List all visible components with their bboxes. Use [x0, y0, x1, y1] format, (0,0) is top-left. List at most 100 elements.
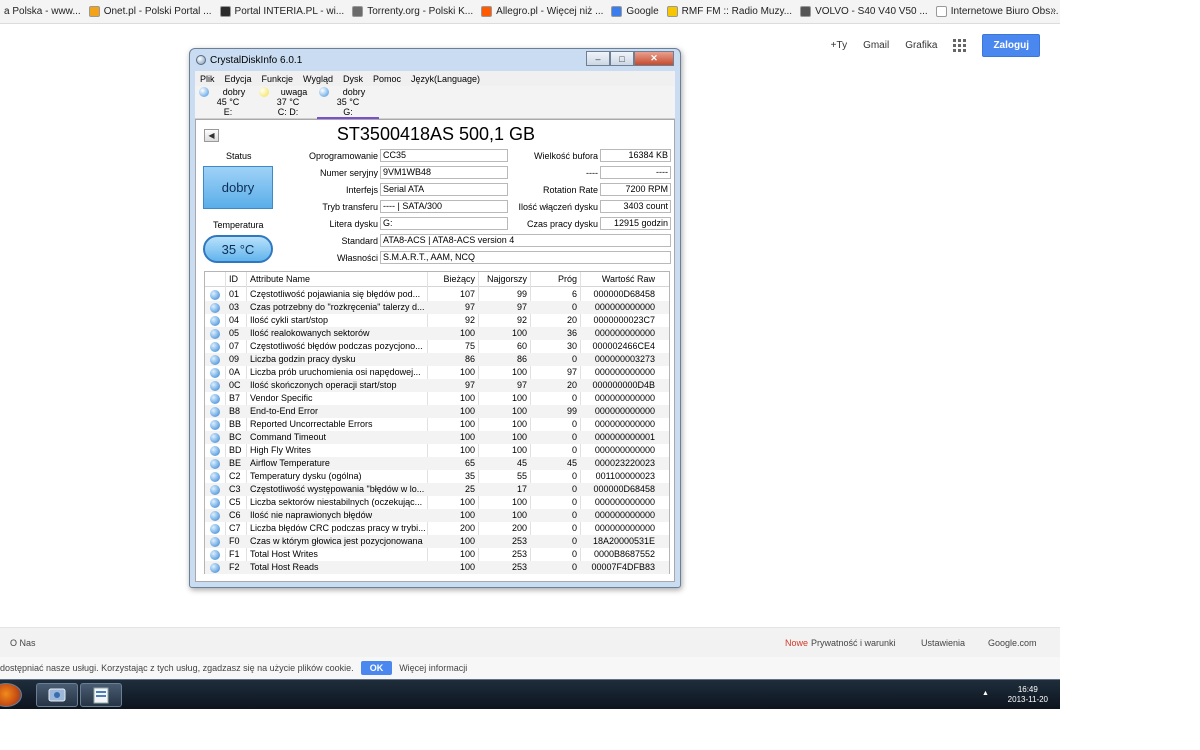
col-name-header[interactable]: Attribute Name: [250, 274, 310, 284]
google-com-link[interactable]: Google.com: [988, 638, 1037, 648]
cookie-more-link[interactable]: Więcej informacji: [399, 663, 467, 673]
explorer-taskbar-button[interactable]: [80, 683, 122, 707]
table-row[interactable]: BE Airflow Temperature 65 45 45 000023220023: [205, 457, 669, 470]
disk-model-title: ST3500418AS 500,1 GB: [336, 124, 536, 144]
cell-worst: 60: [516, 341, 527, 351]
plus-you-link[interactable]: +Ty: [831, 40, 847, 51]
table-row[interactable]: 03 Czas potrzebny do "rozkręcenia" talerz…: [205, 301, 669, 314]
menu-pomoc[interactable]: Pomoc: [368, 74, 406, 84]
table-row[interactable]: F1 Total Host Writes 100 253 0 0000B8687552: [205, 548, 669, 561]
drive-letter-label: Litera dysku: [329, 219, 378, 229]
smart-attributes-table[interactable]: ID Attribute Name Bieżący Najgorszy Próg…: [204, 271, 670, 574]
settings-link[interactable]: Ustawienia: [921, 638, 965, 648]
cell-threshold: 0: [571, 536, 577, 546]
table-row[interactable]: BB Reported Uncorrectable Errors 100 100 0 00…: [205, 418, 669, 431]
table-row[interactable]: C2 Temperatury dysku (ogólna) 35 55 0 0011000…: [205, 470, 669, 483]
table-row[interactable]: C5 Liczba sektorów niestabilnych (oczekuj…: [205, 496, 669, 509]
maximize-button[interactable]: □: [610, 51, 634, 66]
bookmark-item[interactable]: Google: [607, 6, 662, 17]
table-row[interactable]: F2 Total Host Reads 100 253 0 00007F4DFB83: [205, 561, 669, 574]
drive-cd-temp: 37 °C: [276, 97, 300, 107]
col-current-header[interactable]: Bieżący: [431, 274, 475, 284]
table-row[interactable]: 01 Częstotliwość pojawiania się błędów po…: [205, 288, 669, 301]
cell-threshold: 0: [571, 302, 577, 312]
menu-edycja[interactable]: Edycja: [220, 74, 257, 84]
table-row[interactable]: 07 Częstotliwość błędów podczas pozycjono…: [205, 340, 669, 353]
cell-id: B7: [229, 393, 241, 403]
cell-id: F1: [229, 549, 240, 559]
attribute-status-icon: [210, 459, 220, 469]
table-row[interactable]: B7 Vendor Specific 100 100 0 000000000000: [205, 392, 669, 405]
table-row[interactable]: 04 Ilość cykli start/stop 92 92 20 0000000023…: [205, 314, 669, 327]
table-row[interactable]: 05 Ilość realokowanych sektorów 100 100 36 00…: [205, 327, 669, 340]
table-row[interactable]: BC Command Timeout 100 100 0 000000000001: [205, 431, 669, 444]
cell-name: Temperatury dysku (ogólna): [250, 471, 362, 481]
table-row[interactable]: F0 Czas w którym głowica jest pozycjonowa…: [205, 535, 669, 548]
table-row[interactable]: B8 End-to-End Error 100 100 99 000000000000: [205, 405, 669, 418]
cell-id: C5: [229, 497, 241, 507]
bookmark-label: Torrenty.org - Polski K...: [367, 6, 474, 17]
menu-jezyk[interactable]: Język(Language): [406, 74, 485, 84]
crystaldiskinfo-window: CrystalDiskInfo 6.0.1 – □ ✕ Plik Edycja …: [189, 48, 681, 588]
col-id-header[interactable]: ID: [229, 274, 238, 284]
col-worst-header[interactable]: Najgorszy: [479, 274, 527, 284]
cell-name: Częstotliwość błędów podczas pozycjono..…: [250, 341, 423, 351]
gmail-link[interactable]: Gmail: [863, 40, 889, 51]
temperature-badge[interactable]: 35 °C: [203, 235, 273, 263]
bookmarks-overflow-button[interactable]: »: [1050, 5, 1056, 16]
drive-tab-cd[interactable]: uwaga 37 °C C: D:: [257, 87, 319, 119]
firefox-taskbar-icon[interactable]: [0, 683, 22, 707]
bookmark-item[interactable]: Internetowe Biuro Obs...: [932, 6, 1060, 17]
drive-tab-g[interactable]: dobry 35 °C G:: [317, 87, 379, 119]
cell-raw: 000000D68458: [593, 289, 655, 299]
cell-threshold: 20: [566, 315, 577, 325]
about-link[interactable]: O Nas: [10, 638, 36, 648]
cell-id: 03: [229, 302, 240, 312]
bookmark-item[interactable]: a Polska - www...: [0, 6, 85, 17]
table-row[interactable]: C6 Ilość nie naprawionych błędów 100 100 0 00…: [205, 509, 669, 522]
grafika-link[interactable]: Grafika: [905, 40, 937, 51]
close-button[interactable]: ✕: [634, 51, 674, 66]
taskbar-clock[interactable]: 16:49 2013-11-20: [1008, 685, 1048, 705]
menu-funkcje[interactable]: Funkcje: [257, 74, 299, 84]
window-titlebar[interactable]: CrystalDiskInfo 6.0.1 – □ ✕: [190, 49, 680, 71]
apps-grid-icon[interactable]: [953, 39, 967, 52]
minimize-button[interactable]: –: [586, 51, 610, 66]
privacy-link[interactable]: Prywatność i warunki: [811, 638, 896, 648]
table-row[interactable]: BD High Fly Writes 100 100 0 000000000000: [205, 444, 669, 457]
bookmark-item[interactable]: Torrenty.org - Polski K...: [348, 6, 477, 17]
bookmark-item[interactable]: VOLVO - S40 V40 V50 ...: [796, 6, 932, 17]
col-raw-header[interactable]: Wartość Raw: [581, 274, 655, 284]
table-row[interactable]: 0C Ilość skończonych operacji start/stop 9…: [205, 379, 669, 392]
table-row[interactable]: C7 Liczba błędów CRC podczas pracy w tryb…: [205, 522, 669, 535]
table-row[interactable]: 09 Liczba godzin pracy dysku 86 86 0 00000000…: [205, 353, 669, 366]
crystaldiskinfo-taskbar-button[interactable]: [36, 683, 78, 707]
tray-show-hidden-icon[interactable]: ▲: [982, 690, 989, 697]
cell-raw: 0000B8687552: [593, 549, 655, 559]
cell-worst: 100: [511, 328, 527, 338]
bookmark-item[interactable]: Allegro.pl - Więcej niż ...: [477, 6, 607, 17]
menu-dysk[interactable]: Dysk: [338, 74, 368, 84]
menu-plik[interactable]: Plik: [195, 74, 220, 84]
bookmark-item[interactable]: Onet.pl - Polski Portal ...: [85, 6, 216, 17]
cell-name: Czas potrzebny do "rozkręcenia" talerzy …: [250, 302, 425, 312]
cell-id: BE: [229, 458, 242, 468]
cookie-ok-button[interactable]: OK: [360, 661, 393, 675]
attribute-status-icon: [210, 290, 220, 300]
cell-worst: 100: [511, 406, 527, 416]
serial-label: Numer seryjny: [319, 168, 378, 178]
col-threshold-header[interactable]: Próg: [531, 274, 577, 284]
menu-wyglad[interactable]: Wygląd: [298, 74, 338, 84]
drive-tab-e[interactable]: dobry 45 °C E:: [197, 87, 259, 119]
drive-selector-bar: dobry 45 °C E: uwaga 37 °C C: D: dobry 3…: [195, 86, 675, 119]
bookmark-item[interactable]: RMF FM :: Radio Muzy...: [663, 6, 796, 17]
table-row[interactable]: C3 Częstotliwość występowania "błędów w l…: [205, 483, 669, 496]
cell-name: Total Host Writes: [250, 549, 318, 559]
cell-name: Total Host Reads: [250, 562, 319, 572]
cell-name: Ilość nie naprawionych błędów: [250, 510, 373, 520]
health-status-badge[interactable]: dobry: [203, 166, 273, 209]
bookmark-item[interactable]: Portal INTERIA.PL - wi...: [216, 6, 349, 17]
table-row[interactable]: 0A Liczba prób uruchomienia osi napędowej…: [205, 366, 669, 379]
cell-id: B8: [229, 406, 241, 416]
signin-button[interactable]: Zaloguj: [982, 34, 1040, 57]
